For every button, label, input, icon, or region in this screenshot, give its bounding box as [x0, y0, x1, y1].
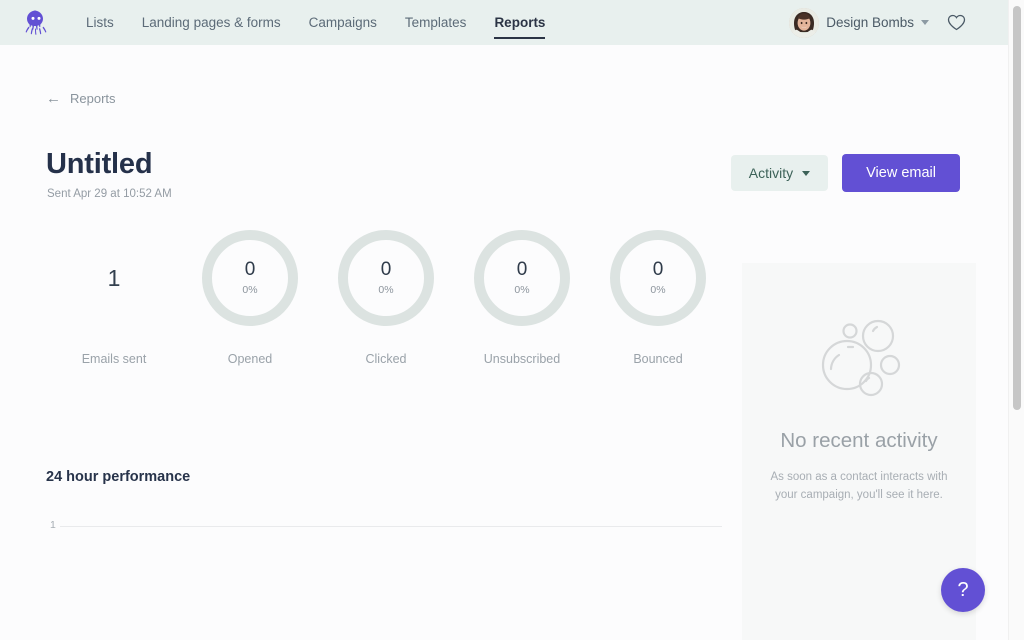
stat-value: 1: [107, 264, 121, 291]
stat-label: Bounced: [633, 352, 683, 366]
stat-percent: 0%: [378, 284, 394, 296]
stat-percent: 0%: [514, 284, 530, 296]
scrollbar-thumb[interactable]: [1013, 6, 1021, 410]
nav-label: Reports: [494, 15, 546, 30]
chevron-down-icon: [802, 170, 811, 176]
nav-label: Templates: [404, 15, 467, 30]
nav-item-reports[interactable]: Reports: [480, 0, 559, 45]
empty-state-title: No recent activity: [780, 429, 938, 452]
nav-label: Lists: [86, 15, 114, 30]
stat-label: Unsubscribed: [483, 352, 561, 366]
stat-value-wrap: 1: [108, 230, 121, 326]
page-scrollbar[interactable]: [1008, 0, 1024, 640]
question-mark-icon: ?: [957, 578, 969, 601]
view-email-label: View email: [866, 165, 936, 181]
main-nav-links: Lists Landing pages & forms Campaigns Te…: [72, 0, 559, 45]
avatar: [789, 7, 820, 38]
stat-clicked: 0 0% Clicked: [318, 230, 454, 366]
view-email-button[interactable]: View email: [842, 154, 960, 192]
stat-value: 0: [652, 259, 664, 280]
breadcrumb[interactable]: ← Reports: [46, 91, 116, 106]
nav-item-templates[interactable]: Templates: [391, 0, 481, 45]
account-menu[interactable]: Design Bombs: [789, 7, 929, 38]
breadcrumb-label: Reports: [70, 91, 116, 106]
stat-value: 0: [380, 259, 392, 280]
stat-value: 0: [516, 259, 528, 280]
stat-bounced: 0 0% Bounced: [590, 230, 726, 366]
user-avatar-icon: [789, 7, 820, 38]
page-title: Untitled: [46, 148, 153, 180]
stat-label: Emails sent: [81, 352, 147, 366]
bubbles-illustration-icon: [821, 319, 901, 397]
campaign-stats: 1 Emails sent 0 0% Opened 0 0% Clicked 0…: [46, 230, 726, 366]
activity-button-label: Activity: [748, 165, 794, 181]
chevron-down-icon: [921, 20, 929, 25]
empty-state-text: As soon as a contact interacts with your…: [770, 471, 948, 501]
nav-item-lists[interactable]: Lists: [72, 0, 128, 45]
brand-logo[interactable]: [0, 9, 72, 37]
nav-label: Campaigns: [308, 15, 377, 30]
stat-opened: 0 0% Opened: [182, 230, 318, 366]
donut-bounced: 0 0%: [610, 230, 706, 326]
stat-percent: 0%: [242, 284, 258, 296]
arrow-left-icon: ←: [46, 90, 61, 107]
chart-title: 24 hour performance: [46, 469, 191, 485]
nav-right-group: Design Bombs: [789, 7, 1008, 38]
nav-label: Landing pages & forms: [141, 15, 281, 30]
stat-value: 0: [244, 259, 256, 280]
page-subtitle: Sent Apr 29 at 10:52 AM: [47, 188, 172, 200]
octopus-logo-icon: [25, 10, 47, 35]
app-root: Lists Landing pages & forms Campaigns Te…: [0, 0, 1024, 640]
donut-clicked: 0 0%: [338, 230, 434, 326]
stat-percent: 0%: [650, 284, 666, 296]
donut-unsubscribed: 0 0%: [474, 230, 570, 326]
chart-ytick-label: 1: [50, 519, 56, 531]
chart-gridline: [60, 526, 722, 527]
performance-chart: 1: [46, 513, 722, 640]
top-navigation-bar: Lists Landing pages & forms Campaigns Te…: [0, 0, 1008, 45]
nav-item-landing-pages-forms[interactable]: Landing pages & forms: [128, 0, 295, 45]
stat-emails-sent: 1 Emails sent: [46, 230, 182, 366]
page-actions: Activity View email: [730, 154, 960, 192]
heart-icon[interactable]: [947, 14, 966, 31]
stat-unsubscribed: 0 0% Unsubscribed: [454, 230, 590, 366]
donut-opened: 0 0%: [202, 230, 298, 326]
nav-item-campaigns[interactable]: Campaigns: [295, 0, 391, 45]
page-content: ← Reports Untitled Sent Apr 29 at 10:52 …: [0, 45, 1008, 640]
activity-dropdown-button[interactable]: Activity: [730, 155, 829, 191]
help-button[interactable]: ?: [941, 568, 985, 612]
stat-label: Opened: [227, 352, 273, 366]
account-name: Design Bombs: [826, 15, 914, 30]
stat-label: Clicked: [365, 352, 407, 366]
